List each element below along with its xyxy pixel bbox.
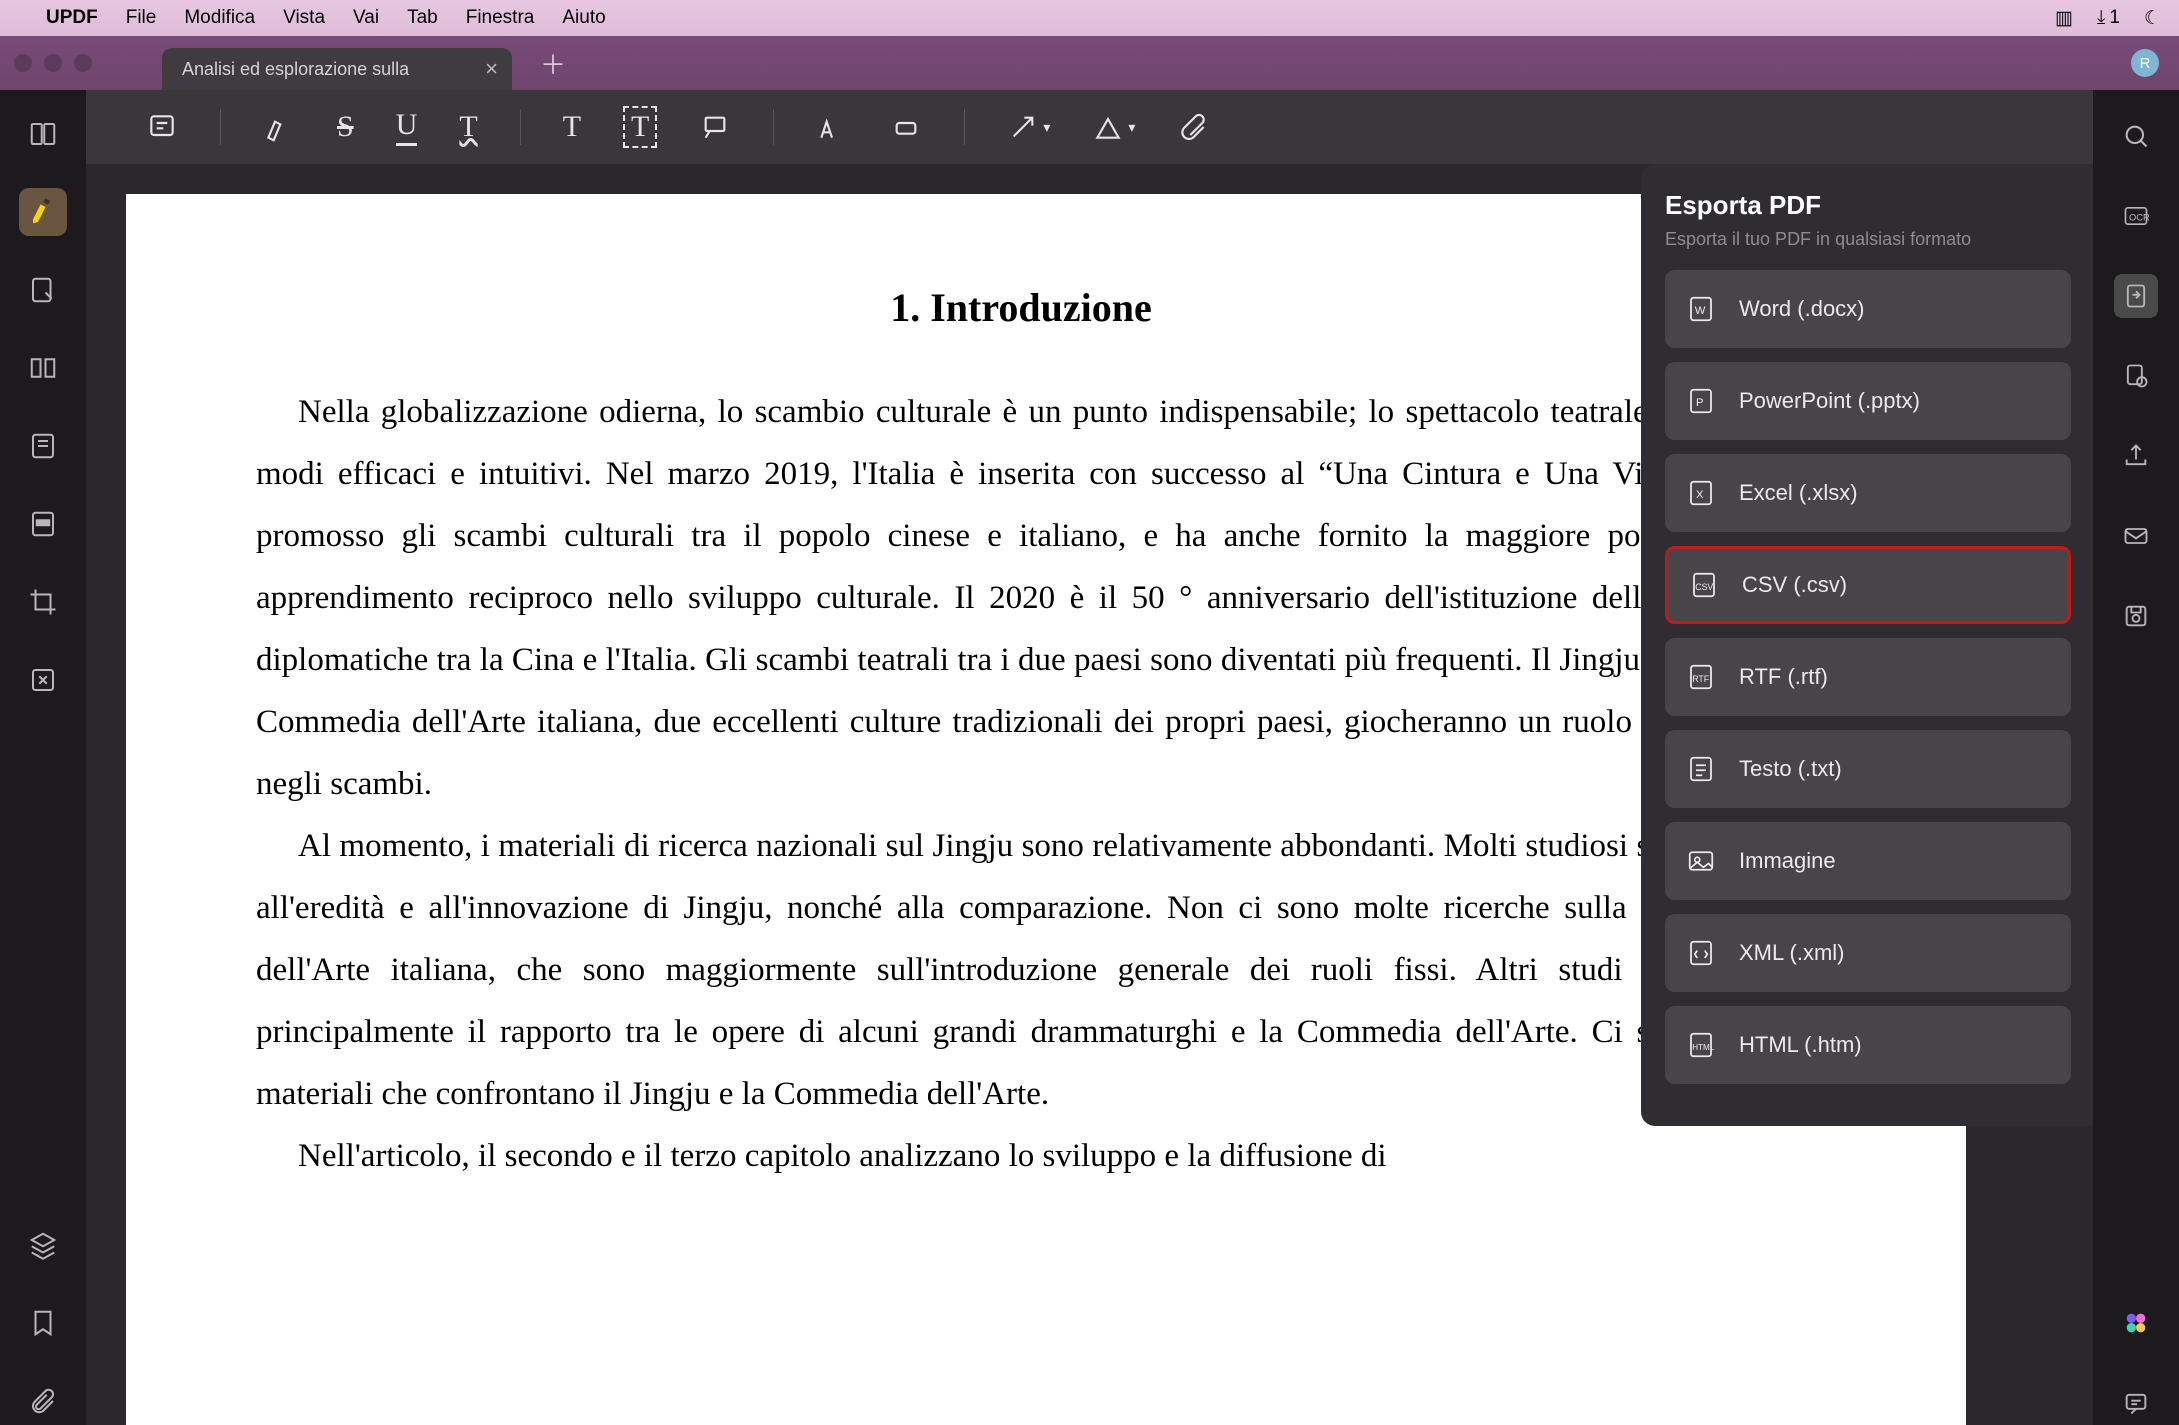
menu-tab[interactable]: Tab [407, 7, 438, 29]
export-option-label: XML (.xml) [1739, 940, 1845, 966]
doc-paragraph: Al momento, i materiali di ricerca nazio… [256, 815, 1786, 1125]
txt-file-icon [1685, 753, 1717, 785]
export-icon[interactable] [2114, 274, 2158, 318]
export-option-ppt[interactable]: P PowerPoint (.pptx) [1665, 362, 2071, 440]
attach-tool-icon[interactable] [1177, 111, 1209, 143]
search-icon[interactable] [2114, 114, 2158, 158]
menu-file[interactable]: File [126, 7, 157, 29]
svg-text:P: P [1696, 397, 1704, 409]
export-option-img[interactable]: Immagine [1665, 822, 2071, 900]
left-sidebar [0, 90, 86, 1425]
export-title: Esporta PDF [1665, 190, 2071, 221]
share-icon[interactable] [2114, 434, 2158, 478]
img-file-icon [1685, 845, 1717, 877]
export-option-label: Testo (.txt) [1739, 756, 1842, 782]
export-option-xml[interactable]: XML (.xml) [1665, 914, 2071, 992]
close-window-icon[interactable] [14, 54, 32, 72]
save-icon[interactable] [2114, 594, 2158, 638]
highlight-tool[interactable] [19, 188, 67, 236]
mail-icon[interactable] [2114, 514, 2158, 558]
layers-icon[interactable] [19, 1221, 67, 1269]
bookmark-icon[interactable] [19, 1299, 67, 1347]
htm-file-icon: HTML [1685, 1029, 1717, 1061]
export-option-label: Immagine [1739, 848, 1836, 874]
svg-text:RTF: RTF [1692, 674, 1709, 684]
redact-tool[interactable] [19, 500, 67, 548]
textbox-tool-icon[interactable]: T [623, 106, 657, 148]
svg-text:W: W [1695, 305, 1706, 317]
svg-text:X: X [1696, 489, 1704, 501]
new-tab-button[interactable]: ＋ [540, 45, 566, 82]
shape-tool-icon[interactable]: ▾ [1092, 111, 1135, 143]
xls-file-icon: X [1685, 477, 1717, 509]
export-option-label: Word (.docx) [1739, 296, 1865, 322]
word-file-icon: W [1685, 293, 1717, 325]
right-sidebar: OCR [2093, 90, 2179, 1425]
annotation-toolbar: S U T T T ▾ ▾ [86, 90, 2093, 164]
edit-tool[interactable] [19, 266, 67, 314]
ai-icon[interactable] [2114, 1301, 2158, 1345]
comment-icon[interactable] [2114, 1381, 2158, 1425]
document-tab[interactable]: Analisi ed esplorazione sulla × [162, 48, 512, 90]
reader-tool[interactable] [19, 110, 67, 158]
minimize-window-icon[interactable] [44, 54, 62, 72]
eraser-tool-icon[interactable] [890, 111, 922, 143]
rtf-file-icon: RTF [1685, 661, 1717, 693]
underline-tool-icon[interactable]: U [396, 108, 418, 146]
export-option-txt[interactable]: Testo (.txt) [1665, 730, 2071, 808]
window-titlebar: Analisi ed esplorazione sulla × ＋ R [0, 36, 2179, 90]
export-option-htm[interactable]: HTML HTML (.htm) [1665, 1006, 2071, 1084]
form-tool[interactable] [19, 422, 67, 470]
compress-tool[interactable] [19, 656, 67, 704]
highlighter-tool-icon[interactable] [263, 111, 295, 143]
arrow-tool-icon[interactable]: ▾ [1007, 111, 1050, 143]
export-panel: Esporta PDF Esporta il tuo PDF in qualsi… [1641, 164, 2093, 1126]
menu-modifica[interactable]: Modifica [184, 7, 255, 29]
pen-tool-icon[interactable] [816, 111, 848, 143]
export-option-label: Excel (.xlsx) [1739, 480, 1858, 506]
ppt-file-icon: P [1685, 385, 1717, 417]
text-tool-icon[interactable]: T [563, 110, 581, 144]
macos-menubar: UPDF File Modifica Vista Vai Tab Finestr… [0, 0, 2179, 36]
menubar-status-icon[interactable]: ▥ [2055, 7, 2073, 30]
svg-text:CSV: CSV [1695, 582, 1713, 592]
csv-file-icon: CSV [1688, 569, 1720, 601]
export-option-rtf[interactable]: RTF RTF (.rtf) [1665, 638, 2071, 716]
ocr-icon[interactable]: OCR [2114, 194, 2158, 238]
zoom-window-icon[interactable] [74, 54, 92, 72]
menu-finestra[interactable]: Finestra [466, 7, 535, 29]
tab-title: Analisi ed esplorazione sulla [182, 59, 471, 80]
xml-file-icon [1685, 937, 1717, 969]
export-option-word[interactable]: W Word (.docx) [1665, 270, 2071, 348]
crop-tool[interactable] [19, 578, 67, 626]
user-avatar[interactable]: R [2131, 49, 2159, 77]
pages-tool[interactable] [19, 344, 67, 392]
svg-text:HTML: HTML [1692, 1043, 1715, 1052]
callout-tool-icon[interactable] [699, 111, 731, 143]
squiggly-tool-icon[interactable]: T [459, 110, 477, 144]
protect-icon[interactable] [2114, 354, 2158, 398]
export-option-label: PowerPoint (.pptx) [1739, 388, 1920, 414]
menu-vista[interactable]: Vista [283, 7, 325, 29]
menu-vai[interactable]: Vai [353, 7, 379, 29]
close-tab-icon[interactable]: × [485, 56, 498, 82]
export-subtitle: Esporta il tuo PDF in qualsiasi formato [1665, 229, 2071, 250]
note-tool-icon[interactable] [146, 111, 178, 143]
doc-heading: 1. Introduzione [256, 284, 1786, 331]
export-option-label: CSV (.csv) [1742, 572, 1847, 598]
svg-text:OCR: OCR [2129, 213, 2150, 223]
attachment-icon[interactable] [19, 1377, 67, 1425]
export-option-label: RTF (.rtf) [1739, 664, 1828, 690]
doc-paragraph: Nell'articolo, il secondo e il terzo cap… [256, 1125, 1786, 1187]
menubar-download-icon[interactable]: ⤓1 [2097, 7, 2120, 29]
menu-aiuto[interactable]: Aiuto [562, 7, 605, 29]
app-name[interactable]: UPDF [46, 7, 98, 29]
export-option-csv[interactable]: CSV CSV (.csv) [1665, 546, 2071, 624]
doc-paragraph: Nella globalizzazione odierna, lo scambi… [256, 381, 1786, 815]
window-controls[interactable] [14, 54, 92, 72]
export-option-label: HTML (.htm) [1739, 1032, 1862, 1058]
menubar-moon-icon[interactable]: ☾ [2144, 7, 2161, 30]
export-option-xls[interactable]: X Excel (.xlsx) [1665, 454, 2071, 532]
strikethrough-tool-icon[interactable]: S [337, 110, 354, 144]
